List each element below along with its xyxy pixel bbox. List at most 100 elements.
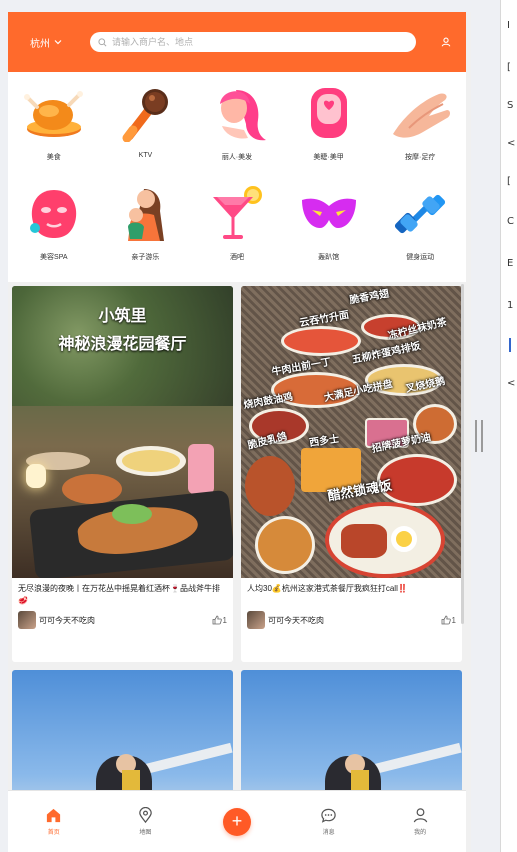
hair-salon-icon <box>205 82 269 146</box>
thumbs-up-icon <box>441 615 451 625</box>
category-label: 美睫·美甲 <box>313 154 344 161</box>
avatar[interactable] <box>247 611 265 629</box>
tab-label: 地图 <box>139 830 152 836</box>
food-tag: 云吞竹升面 <box>298 309 350 330</box>
tab-publish[interactable]: + <box>191 791 283 852</box>
category-fitness[interactable]: 健身运动 <box>374 182 466 282</box>
side-panel: I [ S < [ C E 1 < <box>500 0 517 852</box>
category-party-house[interactable]: 轰趴馆 <box>283 182 375 282</box>
category-bar[interactable]: 酒吧 <box>191 182 283 282</box>
category-family-fun[interactable]: 亲子游乐 <box>100 182 192 282</box>
like-count: 1 <box>451 615 456 625</box>
category-massage[interactable]: 按摩·足疗 <box>374 82 466 182</box>
author-name[interactable]: 可可今天不吃肉 <box>268 615 441 626</box>
image-caption-line1: 小筑里 <box>98 308 147 325</box>
category-grid: 美食 KTV 丽人·美发 美睫·美甲 按摩·足疗 美容SPA 亲子游乐 酒吧 轰… <box>8 72 466 282</box>
like-count: 1 <box>222 615 227 625</box>
food-tag: 招牌菠萝奶油 <box>370 431 432 456</box>
side-glyph: 1 <box>507 300 514 311</box>
author-name[interactable]: 可可今天不吃肉 <box>39 615 212 626</box>
massage-hand-icon <box>388 82 452 146</box>
plus-icon: + <box>222 807 251 836</box>
category-label: 轰趴馆 <box>318 254 340 261</box>
post-title: 无尽浪漫的夜晚丨在万花丛中摇晃着红酒杯🍷品战斧牛排🥩 <box>18 584 220 605</box>
profile-button[interactable] <box>438 34 454 50</box>
tab-label: 首页 <box>47 830 60 836</box>
image-caption-line2: 神秘浪漫花园餐厅 <box>58 336 187 353</box>
post-meta: 可可今天不吃肉 1 <box>241 609 462 629</box>
side-glyph: S <box>507 100 514 111</box>
dumbbell-icon <box>388 182 452 246</box>
tab-label: 消息 <box>322 830 335 836</box>
cocktail-icon <box>205 182 269 246</box>
roast-chicken-icon <box>22 82 86 146</box>
side-glyph: [ <box>507 176 511 187</box>
food-tag: 牛肉出前一丁 <box>270 356 332 379</box>
face-mask-icon <box>22 182 86 246</box>
food-tag: 烧肉鼓油鸡 <box>242 391 294 412</box>
post-card[interactable]: 小筑里 神秘浪漫花园餐厅 无尽浪漫的夜晚丨在万花丛中摇晃着红酒杯🍷品战斧牛排🥩 … <box>12 286 233 662</box>
category-label: 美容SPA <box>40 254 68 261</box>
side-glyph: < <box>507 378 516 389</box>
category-label: 美食 <box>46 154 61 161</box>
category-beauty-hair[interactable]: 丽人·美发 <box>191 82 283 182</box>
feed-scrollbar[interactable] <box>461 284 464 624</box>
outer-scrollbar[interactable] <box>466 12 471 852</box>
like-button[interactable]: 1 <box>212 615 227 625</box>
party-mask-icon <box>297 182 361 246</box>
food-tag: 叉烧烧鹅 <box>404 375 447 395</box>
category-label: 亲子游乐 <box>131 254 160 261</box>
food-tag: 大满足小吃拼盘 <box>323 378 394 405</box>
mobile-app: 杭州 请输入商户名、地点 美食 KTV 丽人·美发 美睫·美甲 按摩·足疗 美容… <box>8 12 466 852</box>
post-image: 小筑里 神秘浪漫花园餐厅 <box>12 286 233 578</box>
category-label: 丽人·美发 <box>221 154 253 161</box>
parent-child-icon <box>113 182 177 246</box>
city-label: 杭州 <box>30 38 50 50</box>
user-icon <box>441 37 451 47</box>
side-glyph: < <box>507 138 516 149</box>
food-tag: 醋然锁魂饭 <box>326 477 393 504</box>
category-ktv[interactable]: KTV <box>100 82 192 182</box>
tab-profile[interactable]: 我的 <box>374 791 466 852</box>
avatar[interactable] <box>18 611 36 629</box>
user-icon <box>413 808 427 823</box>
post-meta: 可可今天不吃肉 1 <box>12 609 233 629</box>
like-button[interactable]: 1 <box>441 615 456 625</box>
side-glyph: I <box>507 20 510 31</box>
home-icon <box>47 808 61 823</box>
thumbs-up-icon <box>212 615 222 625</box>
category-label: 按摩·足疗 <box>405 154 436 161</box>
food-tag: 脆皮乳鸽 <box>246 431 289 452</box>
tab-map[interactable]: 地图 <box>100 791 192 852</box>
chat-bubble-icon <box>321 808 336 823</box>
post-feed: 小筑里 神秘浪漫花园餐厅 无尽浪漫的夜晚丨在万花丛中摇晃着红酒杯🍷品战斧牛排🥩 … <box>8 282 466 852</box>
post-image: 脆香鸡翅 云吞竹升面 冻柠丝袜奶茶 牛肉出前一丁 五柳炸蛋鸡排饭 烧肉鼓油鸡 大… <box>241 286 462 578</box>
category-lashes-nails[interactable]: 美睫·美甲 <box>283 82 375 182</box>
tab-label: 我的 <box>414 830 427 836</box>
side-glyph: C <box>507 216 514 227</box>
chevron-down-icon <box>54 38 62 47</box>
city-selector[interactable]: 杭州 <box>30 35 90 50</box>
tab-home[interactable]: 首页 <box>8 791 100 852</box>
search-icon <box>98 37 107 46</box>
side-indicator <box>509 338 511 352</box>
post-title: 人均30💰杭州这家港式茶餐厅我疯狂打call‼️ <box>247 584 408 593</box>
post-card[interactable]: 脆香鸡翅 云吞竹升面 冻柠丝袜奶茶 牛肉出前一丁 五柳炸蛋鸡排饭 烧肉鼓油鸡 大… <box>241 286 462 662</box>
search-input[interactable] <box>112 37 408 47</box>
food-tag: 脆香鸡翅 <box>348 288 390 307</box>
map-pin-icon <box>139 807 152 824</box>
category-food[interactable]: 美食 <box>8 82 100 182</box>
bottom-tab-bar: 首页 地图 + 消息 我的 <box>8 790 466 852</box>
category-label: 酒吧 <box>229 254 244 261</box>
side-glyph: [ <box>507 62 511 73</box>
resize-handle[interactable] <box>475 420 483 452</box>
food-tags: 脆香鸡翅 云吞竹升面 冻柠丝袜奶茶 牛肉出前一丁 五柳炸蛋鸡排饭 烧肉鼓油鸡 大… <box>241 286 462 578</box>
search-box[interactable] <box>90 32 416 52</box>
food-tag: 五柳炸蛋鸡排饭 <box>351 340 422 367</box>
tab-messages[interactable]: 消息 <box>283 791 375 852</box>
top-bar: 杭州 <box>8 12 466 72</box>
category-label: KTV <box>138 152 153 159</box>
side-glyph: E <box>507 258 514 269</box>
food-tag: 西多士 <box>308 433 340 450</box>
category-spa[interactable]: 美容SPA <box>8 182 100 282</box>
